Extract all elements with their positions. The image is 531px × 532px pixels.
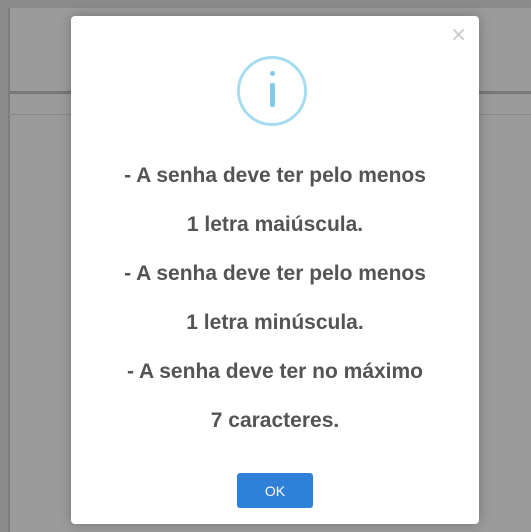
message-line: 7 caracteres. [210, 409, 340, 432]
screen: × - A senha deve ter pelo menos 1 letra … [0, 0, 531, 532]
message-line: - A senha deve ter pelo menos [124, 262, 426, 285]
info-icon-bar [270, 83, 275, 107]
message-line: - A senha deve ter pelo menos [124, 164, 426, 187]
message-line: 1 letra maiúscula. [186, 213, 364, 236]
alert-dialog: × - A senha deve ter pelo menos 1 letra … [71, 16, 479, 524]
message-line: 1 letra minúscula. [186, 311, 364, 334]
info-icon-dot [270, 71, 275, 76]
dialog-message: - A senha deve ter pelo menos 1 letra ma… [71, 156, 479, 450]
close-icon[interactable]: × [450, 24, 467, 44]
message-line: - A senha deve ter no máximo [126, 360, 424, 383]
info-icon [237, 56, 307, 126]
ok-button[interactable]: OK [237, 473, 313, 508]
